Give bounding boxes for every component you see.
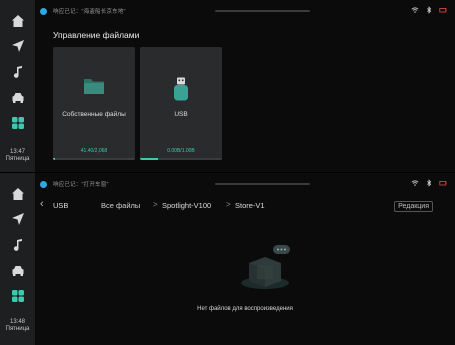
page-title: Управление файлами xyxy=(53,30,140,40)
battery-icon xyxy=(439,179,447,187)
home-button[interactable] xyxy=(6,12,30,30)
music-icon xyxy=(13,239,22,251)
apps-icon xyxy=(12,290,24,302)
voice-status-text: 响应已记："打开车窗" xyxy=(53,182,109,188)
back-button[interactable]: ‹ xyxy=(40,198,44,210)
music-icon xyxy=(13,66,22,78)
music-button[interactable] xyxy=(6,63,30,81)
clock: 13:47 Пятница xyxy=(0,149,35,163)
folder-icon xyxy=(53,77,135,95)
status-icons xyxy=(411,179,447,187)
car-button[interactable] xyxy=(6,262,30,280)
sidebar: 13:48 Пятница xyxy=(0,173,35,345)
voice-status-text: 响应已记："海盗船长京东地" xyxy=(53,9,126,15)
breadcrumb-usb[interactable]: USB xyxy=(53,201,68,210)
car-button[interactable] xyxy=(6,89,30,107)
card-label: Собственные файлы xyxy=(62,111,126,118)
apps-icon xyxy=(12,117,24,129)
clock: 13:48 Пятница xyxy=(0,319,35,333)
navigation-icon xyxy=(12,213,24,225)
storage-bar-fill xyxy=(140,158,159,160)
usb-drive-icon xyxy=(140,77,222,101)
bluetooth-icon xyxy=(425,179,433,187)
main-panel: 响应已记："海盗船长京东地" Управление файлами Собств… xyxy=(35,0,455,172)
own-files-card[interactable]: Собственные файлы 41.40/2,068 xyxy=(53,47,135,160)
navigation-button[interactable] xyxy=(6,37,30,55)
voice-assistant-icon[interactable] xyxy=(40,8,47,15)
apps-button[interactable] xyxy=(6,287,30,305)
home-button[interactable] xyxy=(6,185,30,203)
breadcrumb-spotlight-folder[interactable]: Spotlight-V100 xyxy=(162,201,211,210)
storage-bar xyxy=(53,158,135,160)
battery-icon xyxy=(439,6,447,14)
music-button[interactable] xyxy=(6,236,30,254)
breadcrumb-separator: > xyxy=(226,200,231,209)
empty-folder-illustration xyxy=(235,243,295,293)
status-bar: 响应已记："海盗船长京东地" xyxy=(35,6,455,18)
clock-time: 13:47 xyxy=(9,149,25,155)
status-divider xyxy=(215,183,310,185)
breadcrumb: ‹ USB Все файлы > Spotlight-V100 > Store… xyxy=(35,198,455,213)
card-usage: 41.40/2,068 xyxy=(80,148,108,154)
file-manager-screen: 13:47 Пятница 响应已记："海盗船长京东地" Управление … xyxy=(0,0,455,172)
home-icon xyxy=(12,188,24,200)
breadcrumb-all-files[interactable]: Все файлы xyxy=(101,201,140,210)
car-icon xyxy=(12,93,24,103)
wifi-icon xyxy=(411,6,419,14)
storage-bar xyxy=(140,158,222,160)
status-bar: 响应已记："打开车窗" xyxy=(35,179,455,191)
card-usage: 0.00B/1.00B xyxy=(167,148,195,154)
card-label: USB xyxy=(174,111,188,118)
clock-day: Пятница xyxy=(5,156,30,162)
status-icons xyxy=(411,6,447,14)
breadcrumb-store-folder[interactable]: Store-V1 xyxy=(235,201,265,210)
status-divider xyxy=(215,10,310,12)
voice-assistant-icon[interactable] xyxy=(40,181,47,188)
car-icon xyxy=(12,266,24,276)
wifi-icon xyxy=(411,179,419,187)
storage-bar-fill xyxy=(53,158,55,160)
sidebar: 13:47 Пятница xyxy=(0,0,35,172)
bluetooth-icon xyxy=(425,6,433,14)
main-panel: 响应已记："打开车窗" ‹ USB Все файлы > Spotlight-… xyxy=(35,173,455,345)
clock-time: 13:48 xyxy=(9,319,25,325)
usb-card[interactable]: USB 0.00B/1.00B xyxy=(140,47,222,160)
edit-button[interactable]: Редакция xyxy=(394,201,433,212)
clock-day: Пятница xyxy=(5,326,30,332)
empty-state-text: Нет файлов для воспроизведения xyxy=(197,306,293,312)
home-icon xyxy=(12,15,24,27)
usb-folder-screen: 13:48 Пятница 响应已记："打开车窗" ‹ USB Все файл… xyxy=(0,173,455,345)
apps-button[interactable] xyxy=(6,114,30,132)
breadcrumb-separator: > xyxy=(153,200,158,209)
navigation-button[interactable] xyxy=(6,210,30,228)
navigation-icon xyxy=(12,40,24,52)
